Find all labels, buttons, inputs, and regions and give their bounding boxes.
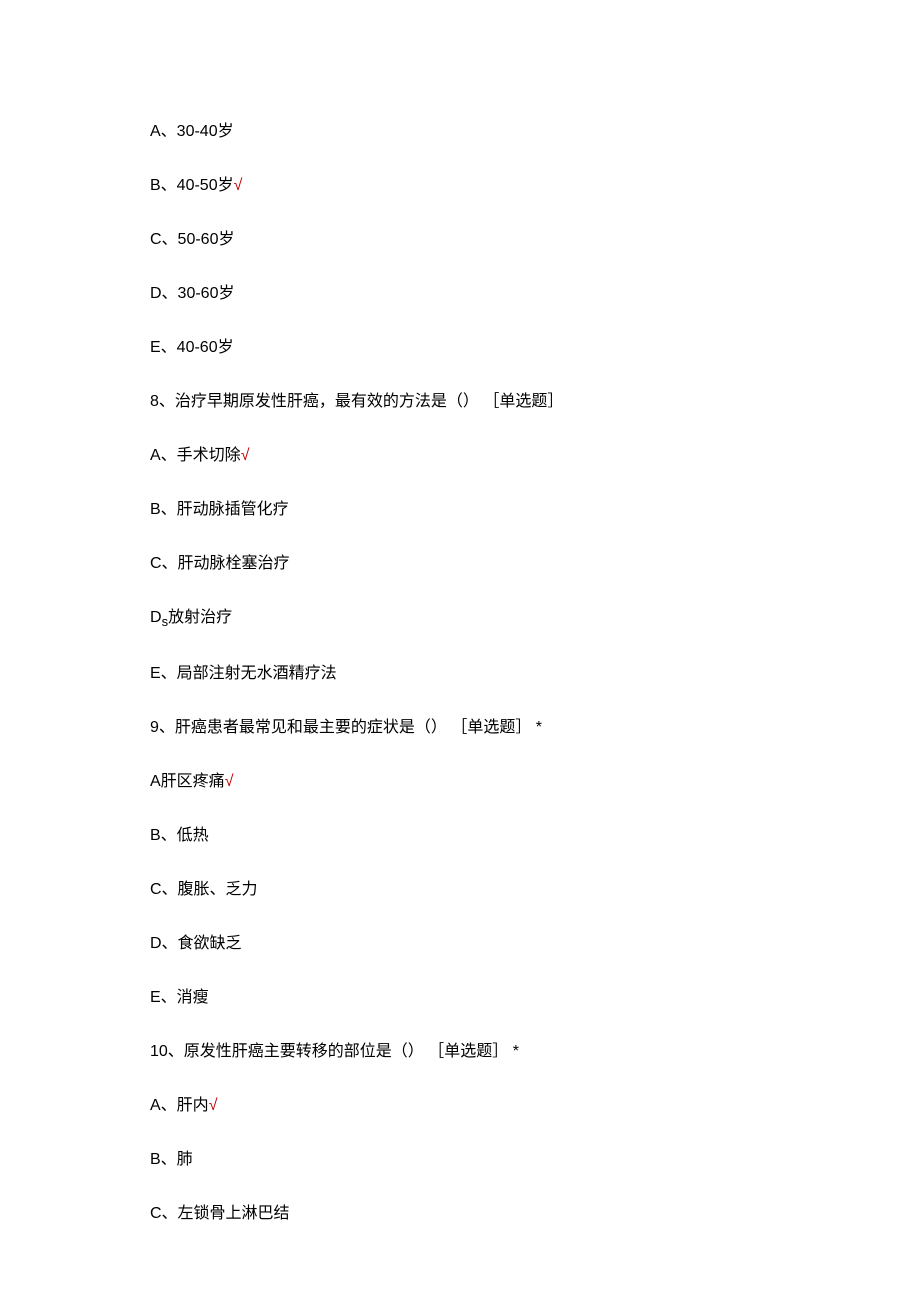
option-c: C、左锁骨上淋巴结: [150, 1202, 770, 1226]
option-b-correct: B、40-50岁√: [150, 174, 770, 198]
option-e: E、40-60岁: [150, 336, 770, 360]
option-c: C、腹胀、乏力: [150, 878, 770, 902]
option-e: E、局部注射无水酒精疗法: [150, 662, 770, 686]
option-text: A、手术切除: [150, 447, 241, 464]
document-page: A、30-40岁 B、40-50岁√ C、50-60岁 D、30-60岁 E、4…: [0, 0, 920, 1316]
option-text: A、肝内: [150, 1097, 209, 1114]
option-text: B、40-50岁: [150, 177, 234, 194]
option-a: A、30-40岁: [150, 120, 770, 144]
option-b: B、肺: [150, 1148, 770, 1172]
check-icon: √: [225, 773, 234, 790]
option-d: Ds放射治疗: [150, 606, 770, 632]
option-d: D、食欲缺乏: [150, 932, 770, 956]
option-e: E、消瘦: [150, 986, 770, 1010]
question-9: 9、肝癌患者最常见和最主要的症状是（） ［单选题］ *: [150, 716, 770, 740]
check-icon: √: [209, 1097, 218, 1114]
check-icon: √: [234, 177, 243, 194]
option-text: A肝区疼痛: [150, 773, 225, 790]
option-c: C、肝动脉栓塞治疗: [150, 552, 770, 576]
option-c: C、50-60岁: [150, 228, 770, 252]
option-d: D、30-60岁: [150, 282, 770, 306]
option-a-correct: A、手术切除√: [150, 444, 770, 468]
question-10: 10、原发性肝癌主要转移的部位是（） ［单选题］ *: [150, 1040, 770, 1064]
option-b: B、肝动脉插管化疗: [150, 498, 770, 522]
option-b: B、低热: [150, 824, 770, 848]
option-a-correct: A、肝内√: [150, 1094, 770, 1118]
option-text: 放射治疗: [168, 609, 232, 626]
option-a-correct: A肝区疼痛√: [150, 770, 770, 794]
option-text: D: [150, 609, 162, 626]
check-icon: √: [241, 447, 250, 464]
question-8: 8、治疗早期原发性肝癌，最有效的方法是（） ［单选题］: [150, 390, 770, 414]
